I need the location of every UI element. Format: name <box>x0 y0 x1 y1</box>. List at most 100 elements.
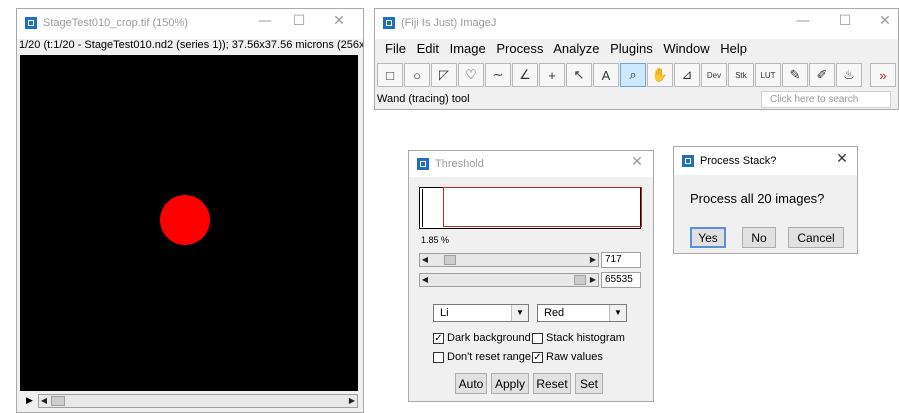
min-right-arrow-icon[interactable]: ▶ <box>588 255 598 265</box>
no-button[interactable]: No <box>742 227 776 248</box>
maximize-icon[interactable]: ☐ <box>289 13 309 29</box>
flood-fill-tool-icon[interactable]: ♨ <box>836 63 862 87</box>
menu-image[interactable]: Image <box>450 41 486 56</box>
threshold-dialog: Threshold ✕ 1.85 % ◀ ▶ 717 ◀ ▶ 65535 Li … <box>408 150 654 402</box>
slider-right-arrow-icon[interactable]: ▶ <box>347 396 357 406</box>
menu-file[interactable]: File <box>385 41 406 56</box>
dark-background-label: Dark background <box>447 332 531 344</box>
stack-histogram-checkbox[interactable]: Stack histogram <box>532 332 625 344</box>
menu-edit[interactable]: Edit <box>417 41 439 56</box>
max-slider-thumb[interactable] <box>574 275 586 285</box>
imagej-app-icon <box>25 17 37 29</box>
stack-slider[interactable]: ◀ ▶ <box>38 394 358 408</box>
cancel-button[interactable]: Cancel <box>788 227 844 248</box>
point-tool-icon[interactable]: + <box>539 63 565 87</box>
menu-process[interactable]: Process <box>496 41 543 56</box>
process-stack-title: Process Stack? <box>700 155 777 167</box>
method-value: Li <box>440 307 449 319</box>
image-window: StageTest010_crop.tif (150%) — ☐ ✕ 1/20 … <box>16 8 364 413</box>
maximize-icon[interactable]: ☐ <box>835 13 855 29</box>
minimize-icon[interactable]: — <box>793 13 813 29</box>
menu-window[interactable]: Window <box>663 41 709 56</box>
histogram-spike <box>422 189 423 227</box>
lut-tool-button[interactable]: LUT <box>755 63 781 87</box>
checkbox-checked[interactable]: ✓ <box>433 332 444 344</box>
magnifier-tool-icon[interactable]: ⌕ <box>620 63 646 87</box>
chevron-down-icon: ▼ <box>511 305 528 321</box>
minimize-icon[interactable]: — <box>255 13 275 29</box>
wand-tool-icon[interactable]: ↖ <box>566 63 592 87</box>
threshold-percent: 1.85 % <box>421 235 450 245</box>
reset-button[interactable]: Reset <box>533 373 571 394</box>
min-threshold-slider[interactable]: ◀ ▶ <box>419 253 599 267</box>
dropper-tool-icon[interactable]: ⊿ <box>674 63 700 87</box>
rectangle-tool-icon[interactable]: □ <box>377 63 403 87</box>
text-tool-icon[interactable]: A <box>593 63 619 87</box>
threshold-method-select[interactable]: Li ▼ <box>433 304 529 322</box>
close-icon[interactable]: ✕ <box>875 13 895 29</box>
threshold-title: Threshold <box>435 158 484 170</box>
play-animation-icon[interactable]: ▶ <box>26 395 33 406</box>
imagej-main-window: (Fiji Is Just) ImageJ — ☐ ✕ File Edit Im… <box>374 8 899 110</box>
process-stack-titlebar[interactable]: Process Stack? ✕ <box>674 147 857 175</box>
menu-plugins[interactable]: Plugins <box>610 41 653 56</box>
imagej-title: (Fiji Is Just) ImageJ <box>401 17 497 29</box>
min-slider-thumb[interactable] <box>444 255 456 265</box>
histogram-plot <box>419 187 642 229</box>
slider-thumb[interactable] <box>51 396 65 406</box>
raw-values-checkbox[interactable]: ✓ Raw values <box>532 351 603 363</box>
hand-tool-icon[interactable]: ✋ <box>647 63 673 87</box>
more-tools-icon[interactable]: » <box>870 63 896 87</box>
checkbox-unchecked[interactable] <box>532 332 543 344</box>
process-stack-dialog: Process Stack? ✕ Process all 20 images? … <box>673 146 858 254</box>
set-button[interactable]: Set <box>575 373 603 394</box>
display-mode-select[interactable]: Red ▼ <box>537 304 627 322</box>
menu-analyze[interactable]: Analyze <box>553 41 599 56</box>
apply-button[interactable]: Apply <box>491 373 529 394</box>
dont-reset-range-label: Don't reset range <box>447 351 532 363</box>
search-placeholder: Click here to search <box>770 94 859 105</box>
max-threshold-slider[interactable]: ◀ ▶ <box>419 273 599 287</box>
threshold-range-box <box>443 187 642 227</box>
image-window-title: StageTest010_crop.tif (150%) <box>43 17 188 29</box>
red-blob <box>160 195 210 245</box>
stack-tool-button[interactable]: Stk <box>728 63 754 87</box>
image-canvas[interactable] <box>20 55 358 391</box>
image-window-titlebar[interactable]: StageTest010_crop.tif (150%) — ☐ ✕ <box>17 9 363 39</box>
dark-background-checkbox[interactable]: ✓ Dark background <box>433 332 531 344</box>
yes-button[interactable]: Yes <box>690 227 726 248</box>
auto-button[interactable]: Auto <box>455 373 487 394</box>
dont-reset-range-checkbox[interactable]: Don't reset range <box>433 351 531 363</box>
imagej-app-icon <box>682 155 694 167</box>
oval-tool-icon[interactable]: ○ <box>404 63 430 87</box>
min-threshold-field[interactable]: 717 <box>601 252 641 268</box>
close-icon[interactable]: ✕ <box>832 151 852 167</box>
freehand-tool-icon[interactable]: ♡ <box>458 63 484 87</box>
max-threshold-field[interactable]: 65535 <box>601 272 641 288</box>
dev-tool-button[interactable]: Dev <box>701 63 727 87</box>
threshold-titlebar[interactable]: Threshold ✕ <box>409 151 653 177</box>
process-stack-message: Process all 20 images? <box>690 191 825 206</box>
search-input[interactable]: Click here to search <box>761 91 891 108</box>
stack-slider-bar: ▶ ◀ ▶ <box>20 393 360 409</box>
close-icon[interactable]: ✕ <box>329 13 349 29</box>
slider-left-arrow-icon[interactable]: ◀ <box>39 396 49 406</box>
imagej-titlebar[interactable]: (Fiji Is Just) ImageJ — ☐ ✕ <box>375 9 898 39</box>
pencil-tool-icon[interactable]: ✎ <box>782 63 808 87</box>
min-left-arrow-icon[interactable]: ◀ <box>420 255 430 265</box>
checkbox-checked[interactable]: ✓ <box>532 351 543 363</box>
line-tool-icon[interactable]: ∼ <box>485 63 511 87</box>
imagej-app-icon <box>383 17 395 29</box>
image-info-line: 1/20 (t:1/20 - StageTest010.nd2 (series … <box>19 39 363 51</box>
angle-tool-icon[interactable]: ∠ <box>512 63 538 87</box>
max-left-arrow-icon[interactable]: ◀ <box>420 275 430 285</box>
checkbox-unchecked[interactable] <box>433 351 444 363</box>
raw-values-label: Raw values <box>546 351 603 363</box>
max-right-arrow-icon[interactable]: ▶ <box>588 275 598 285</box>
brush-tool-icon[interactable]: ✐ <box>809 63 835 87</box>
polygon-tool-icon[interactable]: ◸ <box>431 63 457 87</box>
close-icon[interactable]: ✕ <box>627 154 647 170</box>
stack-histogram-label: Stack histogram <box>546 332 625 344</box>
menu-help[interactable]: Help <box>720 41 747 56</box>
toolbar: □ ○ ◸ ♡ ∼ ∠ + ↖ A ⌕ ✋ ⊿ Dev Stk LUT ✎ ✐ … <box>377 59 897 91</box>
